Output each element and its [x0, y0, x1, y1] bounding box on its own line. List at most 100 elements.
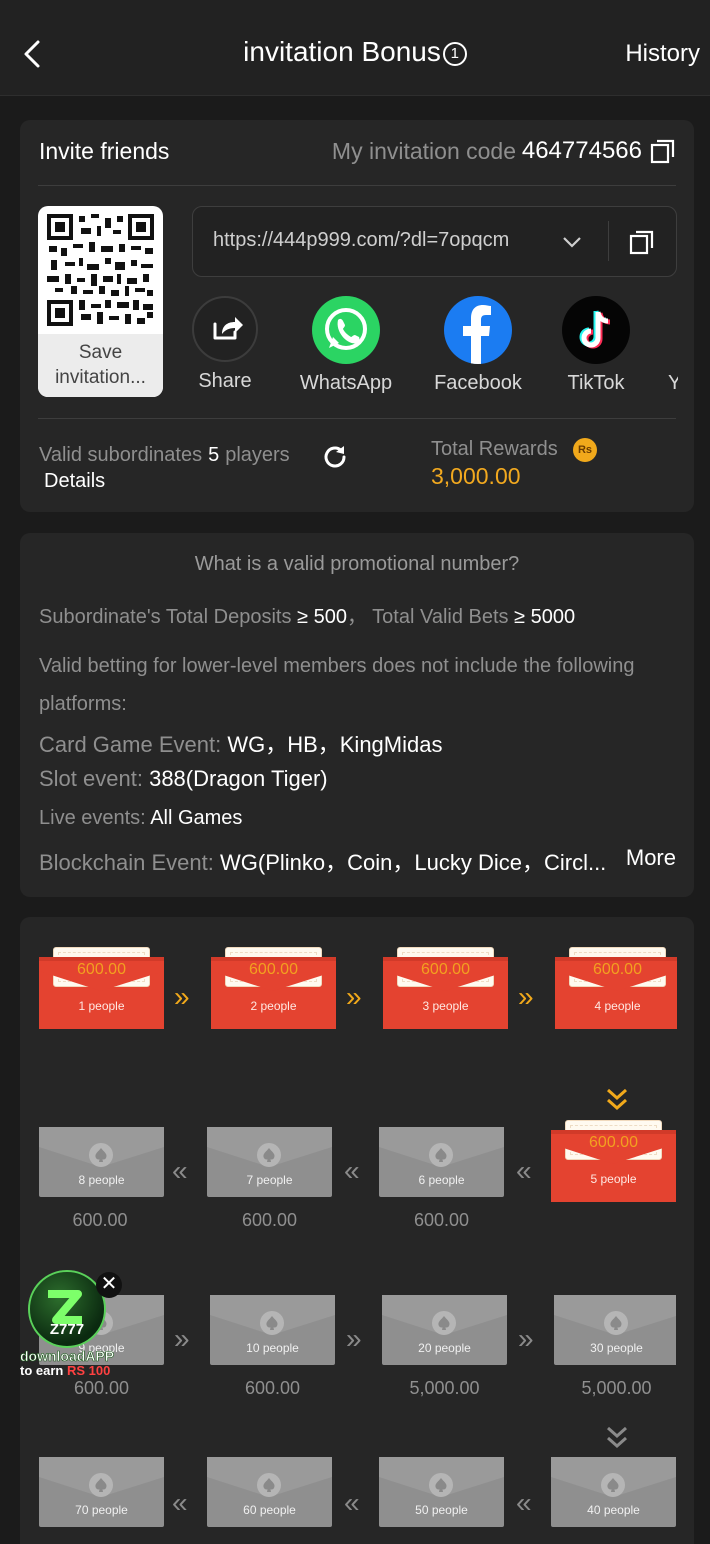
chevron-right-double-icon: »: [174, 1323, 190, 1354]
tier-amount: 600.00: [241, 1210, 298, 1230]
save-invitation-button[interactable]: Save invitation...: [38, 334, 163, 397]
tier-envelope[interactable]: 40 people: [551, 1457, 676, 1539]
tier-people: 6 people: [418, 1173, 465, 1187]
tier-amount: 600.00: [249, 961, 298, 978]
invitation-url-text: https://444p999.com/?dl=7opqcm: [213, 229, 510, 251]
reward-tiers-card: 600.00 1 people » 600.00 2 people » 600.…: [20, 917, 694, 1544]
details-link[interactable]: Details: [44, 470, 105, 493]
chevron-down-double-icon: [607, 1088, 627, 1111]
live-label: Live events:: [39, 807, 146, 829]
invitation-url-field[interactable]: https://444p999.com/?dl=7opqcm: [192, 206, 677, 277]
rupee-coin-icon: Rs: [573, 438, 597, 462]
spade-icon: [257, 1473, 281, 1497]
tier-envelope[interactable]: 600.00 3 people: [383, 947, 508, 1029]
tier-people: 5 people: [590, 1172, 637, 1186]
tier-people: 1 people: [78, 999, 125, 1013]
tier-envelope[interactable]: 600.00 1 people: [39, 947, 164, 1029]
tier-amount: 600.00: [413, 1210, 470, 1230]
live-value: All Games: [150, 807, 243, 829]
tier-envelope[interactable]: 30 people: [554, 1295, 676, 1377]
history-link[interactable]: History: [625, 40, 700, 68]
copy-code-icon[interactable]: [650, 138, 676, 164]
invitation-code-label: My invitation code: [331, 138, 516, 164]
deposit-label: Subordinate's Total Deposits: [39, 606, 292, 628]
spade-icon: [601, 1473, 625, 1497]
tiktok-button[interactable]: TikTok: [562, 296, 630, 395]
slot-label: Slot event:: [39, 766, 143, 791]
tier-envelope[interactable]: 600.00 5 people: [551, 1120, 676, 1202]
tiktok-icon: [562, 296, 630, 364]
tier-people: 20 people: [418, 1341, 471, 1355]
tier-envelope[interactable]: 600.00 4 people: [555, 947, 677, 1029]
bets-value: ≥ 5000: [514, 606, 576, 628]
facebook-button[interactable]: Facebook: [434, 296, 522, 395]
chevron-right-double-icon: »: [346, 981, 362, 1012]
facebook-icon: [444, 296, 512, 364]
valid-subordinates-label: Valid subordinates: [39, 444, 203, 466]
divider: [38, 418, 676, 419]
chevron-right-double-icon: »: [518, 981, 534, 1012]
tier-envelope[interactable]: 10 people: [210, 1295, 335, 1377]
whatsapp-button[interactable]: WhatsApp: [300, 296, 392, 395]
total-rewards-value: 3,000.00: [431, 463, 521, 489]
facebook-label: Facebook: [434, 372, 522, 394]
tier-people: 60 people: [243, 1503, 296, 1517]
divider: [608, 221, 609, 261]
info-icon[interactable]: 1: [442, 42, 467, 66]
download-app-text: downloadAPP: [20, 1348, 115, 1365]
copy-url-icon[interactable]: [629, 229, 655, 255]
z777-logo[interactable]: Z777: [28, 1270, 106, 1348]
header-bar: invitation Bonus 1 History: [0, 0, 710, 96]
spade-icon: [604, 1311, 628, 1335]
tier-people: 7 people: [246, 1173, 293, 1187]
chevron-left-double-icon: «: [344, 1155, 360, 1186]
chevron-down-icon[interactable]: [561, 231, 583, 253]
earn-amount: RS 100: [66, 1363, 111, 1378]
page-title: invitation Bonus 1: [0, 36, 710, 68]
chevron-left-double-icon: «: [516, 1487, 532, 1518]
tier-amount: 600.00: [421, 961, 470, 978]
page-title-text: invitation Bonus: [243, 36, 441, 67]
whatsapp-label: WhatsApp: [299, 372, 393, 394]
tier-amount: 600.00: [589, 1134, 638, 1151]
tier-people: 8 people: [78, 1173, 125, 1187]
spade-icon: [429, 1473, 453, 1497]
card-game-value: WG，HB，KingMidas: [227, 732, 443, 757]
tier-envelope[interactable]: 60 people: [207, 1457, 332, 1539]
tier-people: 3 people: [422, 999, 469, 1013]
youtube-button[interactable]: Y: [668, 296, 678, 395]
valid-subordinates-unit: players: [225, 444, 290, 466]
tier-envelope[interactable]: 70 people: [39, 1457, 164, 1539]
blockchain-value: WG(Plinko，Coin，Lucky Dice，Circl...: [220, 850, 607, 875]
more-link[interactable]: More: [626, 845, 676, 871]
spade-icon: [89, 1143, 113, 1167]
tier-amount: 5,000.00: [409, 1378, 480, 1398]
exclusion-text: Valid betting for lower-level members do…: [39, 655, 635, 715]
deposit-value: ≥ 500: [297, 606, 347, 628]
z777-logo-text: Z777: [50, 1321, 84, 1338]
tier-people: 2 people: [250, 999, 297, 1013]
rule-requirements: Subordinate's Total Deposits ≥ 500， Tota…: [39, 606, 576, 628]
tier-people: 40 people: [587, 1503, 640, 1517]
tier-envelope[interactable]: 50 people: [379, 1457, 504, 1539]
tier-envelope[interactable]: 600.00 2 people: [211, 947, 336, 1029]
tier-people: 10 people: [246, 1341, 299, 1355]
tier-amount: 600.00: [72, 1210, 128, 1230]
tier-envelope[interactable]: 7 people: [207, 1127, 332, 1209]
tier-envelope[interactable]: 8 people: [39, 1127, 164, 1209]
download-app-widget[interactable]: Z777 ✕ downloadAPP to earn RS 100: [18, 1264, 130, 1382]
earn-prefix: to earn: [20, 1363, 64, 1378]
tier-envelope[interactable]: 6 people: [379, 1127, 504, 1209]
divider: [38, 185, 676, 186]
spade-icon: [432, 1311, 456, 1335]
tier-envelope[interactable]: 20 people: [382, 1295, 507, 1377]
refresh-icon[interactable]: [320, 442, 350, 472]
share-button[interactable]: Share: [192, 296, 258, 393]
chevron-left-double-icon: «: [172, 1155, 188, 1186]
close-icon[interactable]: ✕: [96, 1272, 122, 1298]
card-game-rule: Card Game Event: WG，HB，KingMidas: [39, 727, 442, 759]
valid-subordinates: Valid subordinates 5 players: [39, 444, 290, 467]
invite-card: Invite friends My invitation code 464774…: [20, 120, 694, 512]
tier-amount: 5,000.00: [581, 1378, 652, 1398]
qr-code[interactable]: Save invitation...: [38, 206, 163, 397]
